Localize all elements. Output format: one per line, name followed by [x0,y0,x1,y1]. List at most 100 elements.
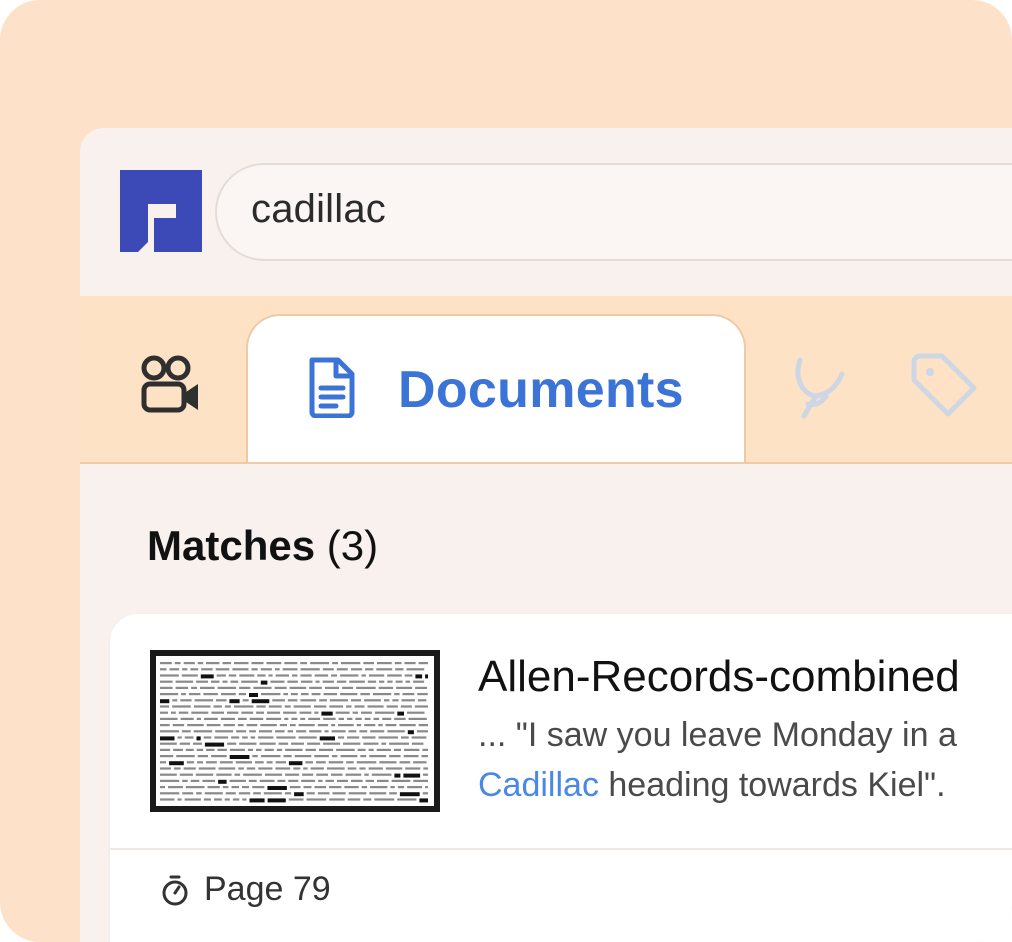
text-line-fragment [322,680,334,683]
text-line-fragment [253,792,261,795]
document-thumbnail[interactable] [150,650,440,812]
text-line-fragment [301,779,316,782]
text-line-fragment [260,668,272,671]
text-line-fragment [315,680,320,683]
text-line-fragment [191,686,197,689]
text-line-fragment [239,686,251,689]
text-line-fragment [338,717,344,720]
text-line-fragment [222,662,232,665]
text-line-fragment [404,674,413,677]
text-line-fragment [160,711,168,714]
redaction-mark [267,786,287,790]
text-line-fragment [292,674,298,677]
text-line-fragment [406,668,425,671]
text-line-fragment [191,711,209,714]
text-line-fragment [256,711,264,714]
text-line-fragment [291,717,298,720]
app-logo[interactable] [120,170,202,252]
text-line-fragment [236,730,247,733]
text-line-fragment [331,724,336,727]
text-line-fragment [331,730,346,733]
text-line-fragment [221,693,236,696]
text-line-fragment [352,711,358,714]
text-line-fragment [303,767,308,770]
redaction-mark [321,711,333,716]
text-line-fragment [181,730,191,733]
results-panel: Matches (3) Allen-Records-combined ... "… [80,464,1012,942]
text-line-fragment [302,773,314,776]
text-line-fragment [182,779,188,782]
text-line-fragment [347,736,360,739]
text-line-fragment [184,798,201,801]
text-line-fragment [250,736,256,739]
text-line-fragment [173,748,183,751]
text-line-fragment [204,792,223,795]
text-line-fragment [238,767,244,770]
text-line-fragment [276,736,296,739]
text-line-fragment [293,767,301,770]
stethoscope-icon[interactable] [790,354,854,420]
text-line-fragment [247,748,253,751]
text-line-fragment [298,736,317,739]
text-line-fragment [239,742,257,745]
text-line-fragment [307,742,321,745]
text-line-fragment [290,724,296,727]
snippet-line: ... "I saw you leave Monday in a [478,716,957,754]
text-line-fragment [185,786,205,789]
text-line-fragment [323,693,338,696]
text-line-fragment [204,717,218,720]
redaction-mark [407,730,414,735]
text-line-fragment [394,662,402,665]
page-number: Page 79 [204,870,331,908]
text-line-fragment [389,755,401,758]
text-line-fragment [249,717,264,720]
app-window: cadillac Documents Matches (3) Allen-Rec… [80,128,1012,942]
text-line-fragment [309,686,322,689]
snippet-highlight: Cadillac [478,766,599,804]
tag-icon[interactable] [908,352,980,420]
text-line-fragment [394,717,406,720]
redaction-mark [229,699,240,704]
text-line-fragment [283,711,297,714]
text-line-fragment [197,761,203,764]
text-line-fragment [160,748,171,751]
text-line-fragment [359,730,368,733]
search-input[interactable]: cadillac [215,163,1012,261]
video-camera-icon[interactable] [138,354,202,418]
text-line-fragment [186,761,195,764]
result-title[interactable]: Allen-Records-combined [478,652,960,702]
text-line-fragment [369,755,387,758]
text-line-fragment [182,668,188,671]
tab-documents[interactable]: Documents [246,314,746,466]
text-line-fragment [399,724,416,727]
text-line-fragment [401,736,409,739]
text-line-fragment [217,748,227,751]
result-card[interactable]: Allen-Records-combined ... "I saw you le… [110,614,1012,942]
text-line-fragment [287,680,298,683]
text-line-fragment [177,798,182,801]
text-line-fragment [203,798,211,801]
text-line-fragment [372,693,392,696]
text-line-fragment [198,767,216,770]
text-line-fragment [196,792,202,795]
text-line-fragment [309,730,322,733]
text-line-fragment [356,686,376,689]
text-line-fragment [234,705,254,708]
text-line-fragment [416,730,428,733]
text-line-fragment [387,674,402,677]
text-line-fragment [293,705,311,708]
text-line-fragment [336,748,355,751]
text-line-fragment [266,761,273,764]
text-line-fragment [175,686,189,689]
text-line-fragment [160,705,170,708]
text-line-fragment [368,767,383,770]
text-line-fragment [239,674,255,677]
text-line-fragment [393,748,401,751]
redaction-mark [403,773,421,778]
text-line-fragment [348,730,357,733]
text-line-fragment [300,693,309,696]
text-line-fragment [283,755,292,758]
text-line-fragment [188,693,201,696]
text-line-fragment [354,705,365,708]
text-line-fragment [266,662,282,665]
